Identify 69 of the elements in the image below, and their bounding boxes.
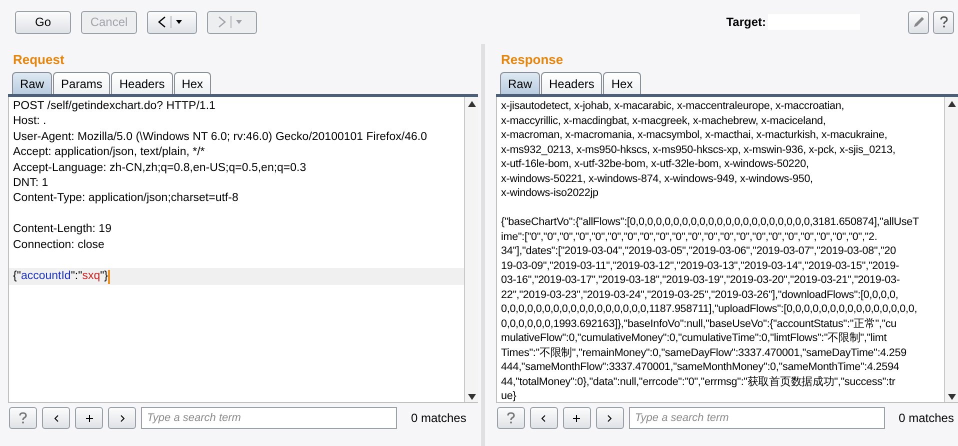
plus-icon — [573, 414, 580, 422]
editor-tab[interactable]: Hex — [174, 72, 212, 94]
scroll-up-icon[interactable] — [948, 101, 956, 107]
help-icon — [506, 412, 515, 424]
add-button[interactable] — [562, 407, 591, 429]
response-line: x-windows-50221, x-windows-874, x-windows-949, x-windows-950, — [501, 172, 813, 186]
editor-tab[interactable]: Headers — [541, 72, 602, 94]
target-label: Target: — [726, 14, 766, 31]
response-line: x-windows-iso2022jp — [501, 186, 598, 200]
help-icon — [940, 16, 948, 28]
editor-tab[interactable]: Hex — [603, 72, 641, 94]
response-line: 22","2019-03-23","2019-03-24","2019-03-25","2019-03-26"],"downloadFlows":[0,0,0,0, — [501, 288, 898, 302]
response-line: 0,0,0,0,0,0,1993.692163]},"baseInfoVo":null,"baseUseVo":{"accountStatus":"正常","cu — [501, 316, 897, 331]
search-field[interactable]: Type a search term — [628, 407, 885, 429]
request-line: DNT: 1 — [13, 176, 50, 191]
response-line: x-macroman, x-macromania, x-macsymbol, x-macthai, x-macturkish, x-macukraine, — [501, 128, 888, 142]
scroll-down-icon[interactable] — [468, 394, 476, 400]
request-line: User-Agent: Mozilla/5.0 (\Windows NT 6.0; rv:46.0) Gecko/20100101 Firefox/46.0 — [13, 130, 428, 145]
pane-title: Response — [500, 51, 564, 69]
response-line: 0,0,0,0,0,0,0,0,0,0,0,0,0,0,0,0,0,1187.958711],"uploadFlows":[0,0,0,0,0,0,0,0,0,0,0,0,0,0,0, — [501, 302, 918, 316]
response-line: 03-16","2019-03-17","2019-03-18","2019-03-19","2019-03-20","2019-03-21","2019-03- — [501, 273, 900, 288]
vertical-scrollbar[interactable] — [464, 97, 478, 402]
request-line: Host: . — [13, 114, 48, 130]
back-button[interactable] — [147, 10, 197, 34]
chevron-left-icon — [54, 414, 58, 422]
pencil-icon — [912, 16, 924, 28]
message-editor[interactable] — [496, 97, 958, 403]
plus-icon — [86, 414, 92, 422]
help-button[interactable] — [497, 407, 525, 429]
editor-tab[interactable]: Headers — [111, 72, 173, 94]
request-line: POST /self/getindexchart.do? HTTP/1.1 — [13, 99, 216, 114]
edit-button[interactable] — [908, 10, 929, 34]
help-button[interactable] — [933, 10, 954, 34]
response-line: x-ms932_0213, x-ms950-hkscs, x-ms950-hkscs-xp, x-mswin-936, x-pck, x-sjis_0213, — [501, 142, 896, 157]
scroll-up-icon[interactable] — [468, 101, 476, 107]
editor-tab[interactable]: Raw — [500, 72, 540, 94]
scroll-down-icon[interactable] — [948, 394, 956, 400]
response-line: x-utf-16le-bom, x-utf-32be-bom, x-utf-32le-bom, x-windows-50220, — [501, 157, 809, 172]
request-line: Accept: application/json, text/plain, */* — [13, 145, 206, 160]
chevron-right-icon — [607, 414, 612, 422]
response-line: x-jisautodetect, x-johab, x-macarabic, x-maccentraleurope, x-maccroatian, — [501, 99, 844, 114]
response-line: 34"],"dates":["2019-03-04","2019-03-05","2019-03-06","2019-03-07","2019-03-08","20 — [501, 244, 896, 258]
editor-tab[interactable]: Raw — [12, 72, 52, 94]
editor-tab[interactable]: Params — [53, 72, 110, 94]
response-line: {"baseChartVo":{"allFlows":[0,0,0,0,0,0,0,0,0,0,0,0,0,0,0,0,0,0,0,0,0,3181.650874],"allUseT — [501, 215, 919, 230]
help-button[interactable] — [9, 407, 37, 429]
go-button[interactable]: Go — [15, 10, 71, 34]
message-editor[interactable] — [8, 97, 478, 403]
response-line: ue} — [501, 389, 516, 402]
chevron-left-icon — [541, 414, 546, 422]
response-line: x-maccyrillic, x-macdingbat, x-macgreek, x-machebrew, x-maciceland, — [501, 114, 826, 128]
request-line: Content-Length: 19 — [13, 222, 112, 238]
vertical-scrollbar[interactable] — [944, 97, 958, 402]
response-line: 19-03-09","2019-03-11","2019-03-12","2019-03-13","2019-03-14","2019-03-15","2019- — [501, 258, 900, 273]
pane-title: Request — [12, 51, 66, 69]
match-count: 0 matches — [898, 410, 954, 427]
match-count: 0 matches — [411, 410, 466, 427]
request-line: Connection: close — [13, 238, 106, 253]
add-button[interactable] — [75, 407, 103, 429]
response-line: 444,"sameMonthFlow":3337.470001,"sameMonthMoney":0,"sameMonthTime":4.2594 — [501, 360, 900, 374]
request-line: Content-Type: application/json;charset=utf-8 — [13, 191, 240, 206]
response-line: 44,"totalMoney":0},"data":null,"errcode":"0","errmsg":"获取首页数据成功","success":tr — [501, 374, 896, 389]
response-line: Times":"不限制","remainMoney":0,"sameDayFlow":3337.470001,"sameDayTime":4.259 — [501, 346, 906, 360]
chevron-right-icon — [120, 414, 124, 422]
search-field[interactable]: Type a search term — [141, 407, 397, 429]
request-line: Accept-Language: zh-CN,zh;q=0.8,en-US;q=0.5,en;q=0.3 — [13, 160, 308, 176]
help-icon — [19, 412, 27, 424]
response-line: mulativeFlow":0,"cumulativeMoney":0,"cumulativeTime":0,"limtFlows":"不限制","limt — [501, 331, 887, 346]
response-line: ime":["0","0","0","0","0","0","0","0","0","0","0","0","0","0","0","0","0","0","0","0","0","2. — [501, 230, 878, 244]
